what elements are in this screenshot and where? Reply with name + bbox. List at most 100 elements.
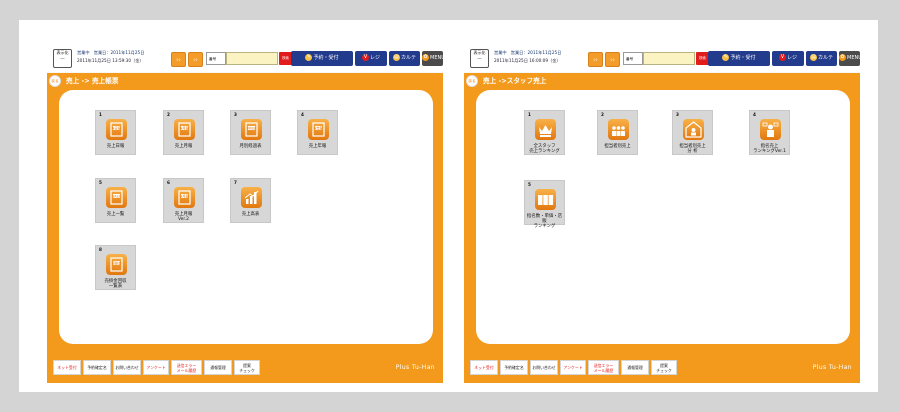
brand-name: Plus Tu-Han [395,364,435,371]
menu-button[interactable]: ✿ MENU [839,51,862,66]
menu-tile[interactable]: 1 ¥日報売上日報 [95,110,136,155]
chart-button[interactable]: ▤ カルテ [806,51,837,66]
menu-tile[interactable]: 1 全スタッフ 売上ランキング [524,110,565,155]
tile-number: 1 [528,112,531,117]
footer-button[interactable]: 提案 チェック [234,360,260,375]
search-input[interactable] [226,52,278,65]
breadcrumb: 売上 ->スタッフ売上 [483,77,547,85]
menu-icon: ✿ [422,54,429,61]
mode-badge[interactable]: 表示化 ― [470,49,489,68]
menu-tile[interactable]: 8 売掛金 売掛金回収 一覧表 [95,245,136,290]
nav-button-label: MENU [847,55,862,61]
menu-button[interactable]: ✿ MENU [422,51,445,66]
staff-analysis-icon [683,119,704,140]
footer-button[interactable]: 予約確定名 [83,360,111,375]
search-input[interactable] [643,52,695,65]
tile-number: 1 [99,112,102,117]
icon-caption: ¥月報 [180,126,189,131]
tile-number: 7 [234,180,237,185]
nav-button-label: レジ [369,55,380,61]
staff-sales-icon [608,119,629,140]
icon-caption: FREE [247,127,255,131]
back-button[interactable]: 戻る [49,75,61,87]
tile-number: 6 [167,180,170,185]
breadcrumb: 売上 -> 売上帳票 [66,77,119,85]
tile-label: 売上日報 [106,144,125,149]
tile-label: 指名売上 ランキングVer.1 [753,144,786,154]
top-toolbar: 表示化 ― 営業中 営業日：2011年11月25日 2011年11月25日 16:0… [464,45,862,72]
footer-button[interactable]: 通報管理 [621,360,649,375]
top-toolbar: 表示化 ― 営業中 営業日：2011年11月25日 2011年11月25日 13:5… [47,45,445,72]
nav-button-label: レジ [786,55,797,61]
menu-tile[interactable]: 5 SALE 売上一覧 [95,178,136,223]
footer-button[interactable]: 通報管理 [204,360,232,375]
footer-button[interactable]: お問い合わせ [530,360,558,375]
mode-badge[interactable]: 表示化 ― [53,49,72,68]
monthly-progress-icon: FREE [241,119,262,140]
register-button[interactable]: V レジ [355,51,387,66]
footer-button[interactable]: 送信エラー メール履歴 [588,360,619,375]
daily-report-icon: ¥日報 [106,119,127,140]
tile-label: 担当者別売上 [604,144,631,149]
tile-number: 3 [676,112,679,117]
register-icon: V [778,54,786,61]
footer-button[interactable]: ネット受付 [470,360,498,375]
register-small-button-1[interactable]: ﾚｼ [171,52,186,67]
menu-tile[interactable]: 6 ¥月報 売上月報 Ver.2 [163,178,204,223]
search-label: 番号 [623,52,643,65]
tile-number: 2 [601,112,604,117]
register-icon: V [361,54,369,61]
nav-button-label: カルテ [817,55,833,61]
chart-icon: ▤ [809,54,817,61]
menu-tile[interactable]: 4 指名売上 ランキングVer.1 [749,110,790,155]
sales-chart-icon [241,187,262,208]
receivables-icon: 売掛金 [106,254,127,275]
date-time-line: 2011年11月25日 13:59:30（金） [77,58,144,63]
reservation-button[interactable]: ✎ 予約・受付 [708,51,770,66]
register-small-button-2[interactable]: ﾚｼ [605,52,620,67]
tile-label: 売上月報 [174,144,193,149]
footer-button[interactable]: アンケート [560,360,586,375]
footer-button[interactable]: アンケート [143,360,169,375]
chart-button[interactable]: ▤ カルテ [389,51,420,66]
tile-label: 売掛金回収 一覧表 [104,279,127,289]
menu-tile[interactable]: 3 担当者別売上 分 析 [672,110,713,155]
tile-number: 3 [234,112,237,117]
icon-caption: ¥年報 [314,126,323,131]
footer-button[interactable]: お問い合わせ [113,360,141,375]
pencil-icon: ✎ [305,54,313,61]
footer-button[interactable]: 送信エラー メール履歴 [171,360,202,375]
business-date-info: 営業中 営業日：2011年11月25日 2011年11月25日 13:59:30（… [77,49,144,65]
reservation-button[interactable]: ✎ 予約・受付 [291,51,353,66]
tile-number: 5 [528,182,531,187]
footer-button[interactable]: 予約確定名 [500,360,528,375]
tile-label: 売上一覧 [106,212,125,217]
icon-caption: SALE [112,195,120,199]
menu-panel: 1 ¥日報 売上日報 2 ¥月報 売上月報 3 FREE 月別経過表 4 ¥年報 売上年報 5 SALE 売… [59,90,433,344]
menu-tile[interactable]: 5 指名数・単価・店販 ランキング [524,180,565,229]
tile-label: 月別経過表 [239,144,262,149]
register-small-button-1[interactable]: ﾚｼ [588,52,603,67]
back-button[interactable]: 戻る [466,75,478,87]
nav-button-label: MENU [430,55,445,61]
tile-label: 担当者別売上 分 析 [679,144,706,154]
menu-tile[interactable]: 2 ¥月報売上月報 [163,110,204,155]
nav-button-label: 予約・受付 [730,55,756,61]
tile-number: 2 [167,112,170,117]
icon-caption: 売掛金 [112,261,122,266]
menu-tile[interactable]: 2 担当者別売上 [597,110,638,155]
orange-frame: 戻る 売上 ->スタッフ売上 1 全スタッフ 売上ランキング 2 担当者別売上 3 担当者別売… [464,73,860,383]
staff-ranking-icon [535,119,556,140]
register-button[interactable]: V レジ [772,51,804,66]
menu-tile[interactable]: 3 FREE 月別経過表 [230,110,271,155]
menu-tile[interactable]: 7 売上高表 [230,178,271,223]
icon-caption: ¥月報 [180,194,189,199]
menu-panel: 1 全スタッフ 売上ランキング 2 担当者別売上 3 担当者別売上 分 析 4 指名売上 ラン… [476,90,850,344]
sales-list-icon: SALE [106,187,127,208]
register-small-button-2[interactable]: ﾚｼ [188,52,203,67]
tile-number: 4 [753,112,756,117]
footer-button[interactable]: 提案 チェック [651,360,677,375]
menu-tile[interactable]: 4 ¥年報 売上年報 [297,110,338,155]
footer-button[interactable]: ネット受付 [53,360,81,375]
chart-icon: ▤ [392,54,400,61]
